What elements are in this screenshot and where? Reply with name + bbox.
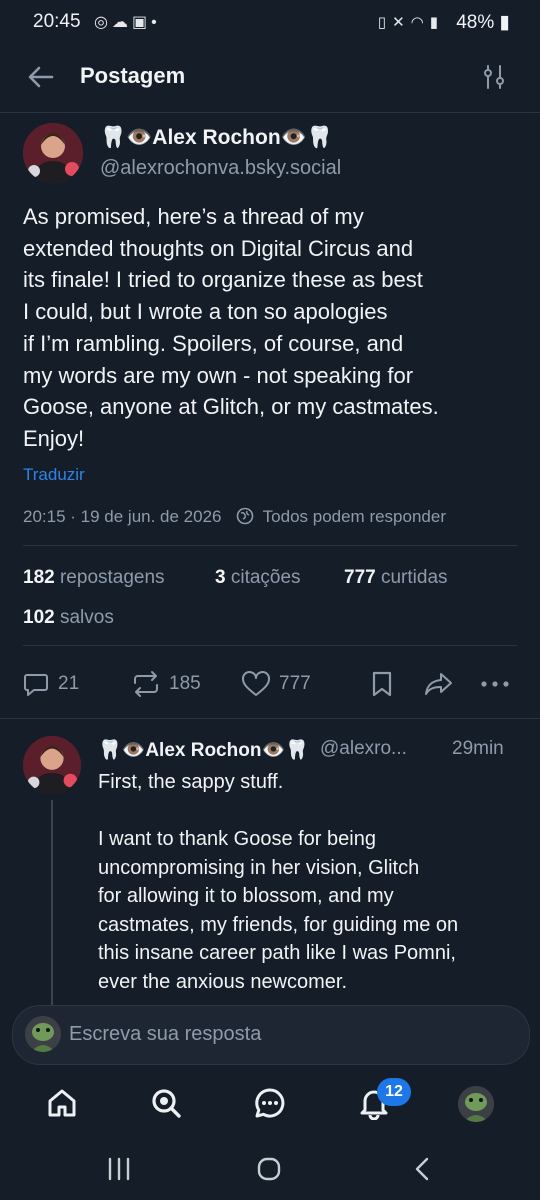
stat-saves[interactable]: 102 salvos [23,607,114,629]
stat-quotes[interactable]: 3 citações [215,567,301,589]
status-bar: 20:45 ◎☁▣• ▯✕◠▮ 48% ▮ [0,0,540,48]
like-button[interactable]: 777 [241,664,311,704]
status-left-icons: ◎☁▣• [94,12,161,32]
stat-reposts[interactable]: 182 repostagens [23,567,165,589]
back-arrow-icon[interactable] [26,62,56,92]
divider [23,545,517,546]
current-user-avatar [25,1016,61,1052]
chat-icon[interactable] [253,1086,287,1120]
more-dots-icon [481,681,509,687]
reply-author-name[interactable]: 🦷👁️Alex Rochon👁️🦷 [98,738,309,762]
search-icon[interactable] [149,1086,183,1120]
battery-icon: ▮ [499,12,510,33]
reply-time: 29min [452,738,504,759]
repost-count: 185 [169,673,201,694]
page-title: Postagem [80,63,186,88]
repost-button[interactable]: 185 [131,664,201,704]
whatsapp-icon: ◎ [94,14,112,31]
reply-composer[interactable]: Escreva sua resposta [12,1005,530,1065]
system-back-icon[interactable] [410,1156,436,1182]
top-bar: Postagem [0,48,540,113]
reply-author-avatar[interactable] [23,736,81,794]
post-body: As promised, here’s a thread of my exten… [23,204,439,451]
more-options-button[interactable] [480,664,518,704]
post-meta: 20:15 · 19 de jun. de 2026 Todos podem r… [23,507,446,527]
stat-likes[interactable]: 777 curtidas [344,567,448,589]
cloud-icon: ☁ [111,14,132,31]
post-actions: 21 185 777 [0,664,540,704]
dot-icon: • [151,14,161,31]
repost-icon [134,671,158,697]
recent-apps-icon[interactable] [106,1156,132,1182]
mute-icon: ✕ [392,14,411,31]
bookmark-icon [372,671,392,697]
battery-level: 48% ▮ [456,12,510,33]
divider [0,718,540,719]
reply-button[interactable]: 21 [22,664,79,704]
reply-permission-icon [236,507,254,525]
reply-permission[interactable]: Todos podem responder [263,507,446,526]
reply-author-handle[interactable]: @alexro... [320,738,407,760]
bookmark-button[interactable] [370,664,402,704]
status-time: 20:45 [33,11,81,32]
battery-saver-icon: ▯ [377,14,393,31]
author-avatar[interactable] [23,123,83,183]
home-icon[interactable] [45,1086,79,1120]
like-count: 777 [279,673,311,694]
avatar-image [23,123,83,183]
author-handle[interactable]: @alexrochonva.bsky.social [100,157,341,180]
translate-link[interactable]: Traduzir [23,465,85,485]
avatar-image [25,1016,61,1052]
reply-body: First, the sappy stuff. I want to thank … [98,771,459,993]
profile-avatar[interactable] [458,1086,494,1122]
image-icon: ▣ [131,14,152,31]
notifications-badge: 12 [377,1078,411,1106]
system-nav-bar [0,1138,540,1200]
author-name[interactable]: 🦷👁️Alex Rochon👁️🦷 [100,126,333,150]
share-arrow-icon [425,673,452,695]
filter-settings-icon[interactable] [482,64,506,90]
reply-placeholder: Escreva sua resposta [69,1023,262,1045]
post-timestamp: 20:15 · 19 de jun. de 2026 [23,507,222,526]
avatar-image [458,1086,494,1122]
heart-icon [242,671,270,696]
thread-line [51,800,53,1005]
home-circle-icon[interactable] [256,1156,282,1182]
comment-icon [24,674,48,696]
divider [23,645,517,646]
avatar-image [23,736,81,794]
status-right-icons: ▯✕◠▮ [378,13,444,31]
signal-icon: ▮ [429,14,444,31]
share-button[interactable] [423,664,463,704]
wifi-icon: ◠ [410,14,430,31]
reply-count: 21 [58,673,80,694]
